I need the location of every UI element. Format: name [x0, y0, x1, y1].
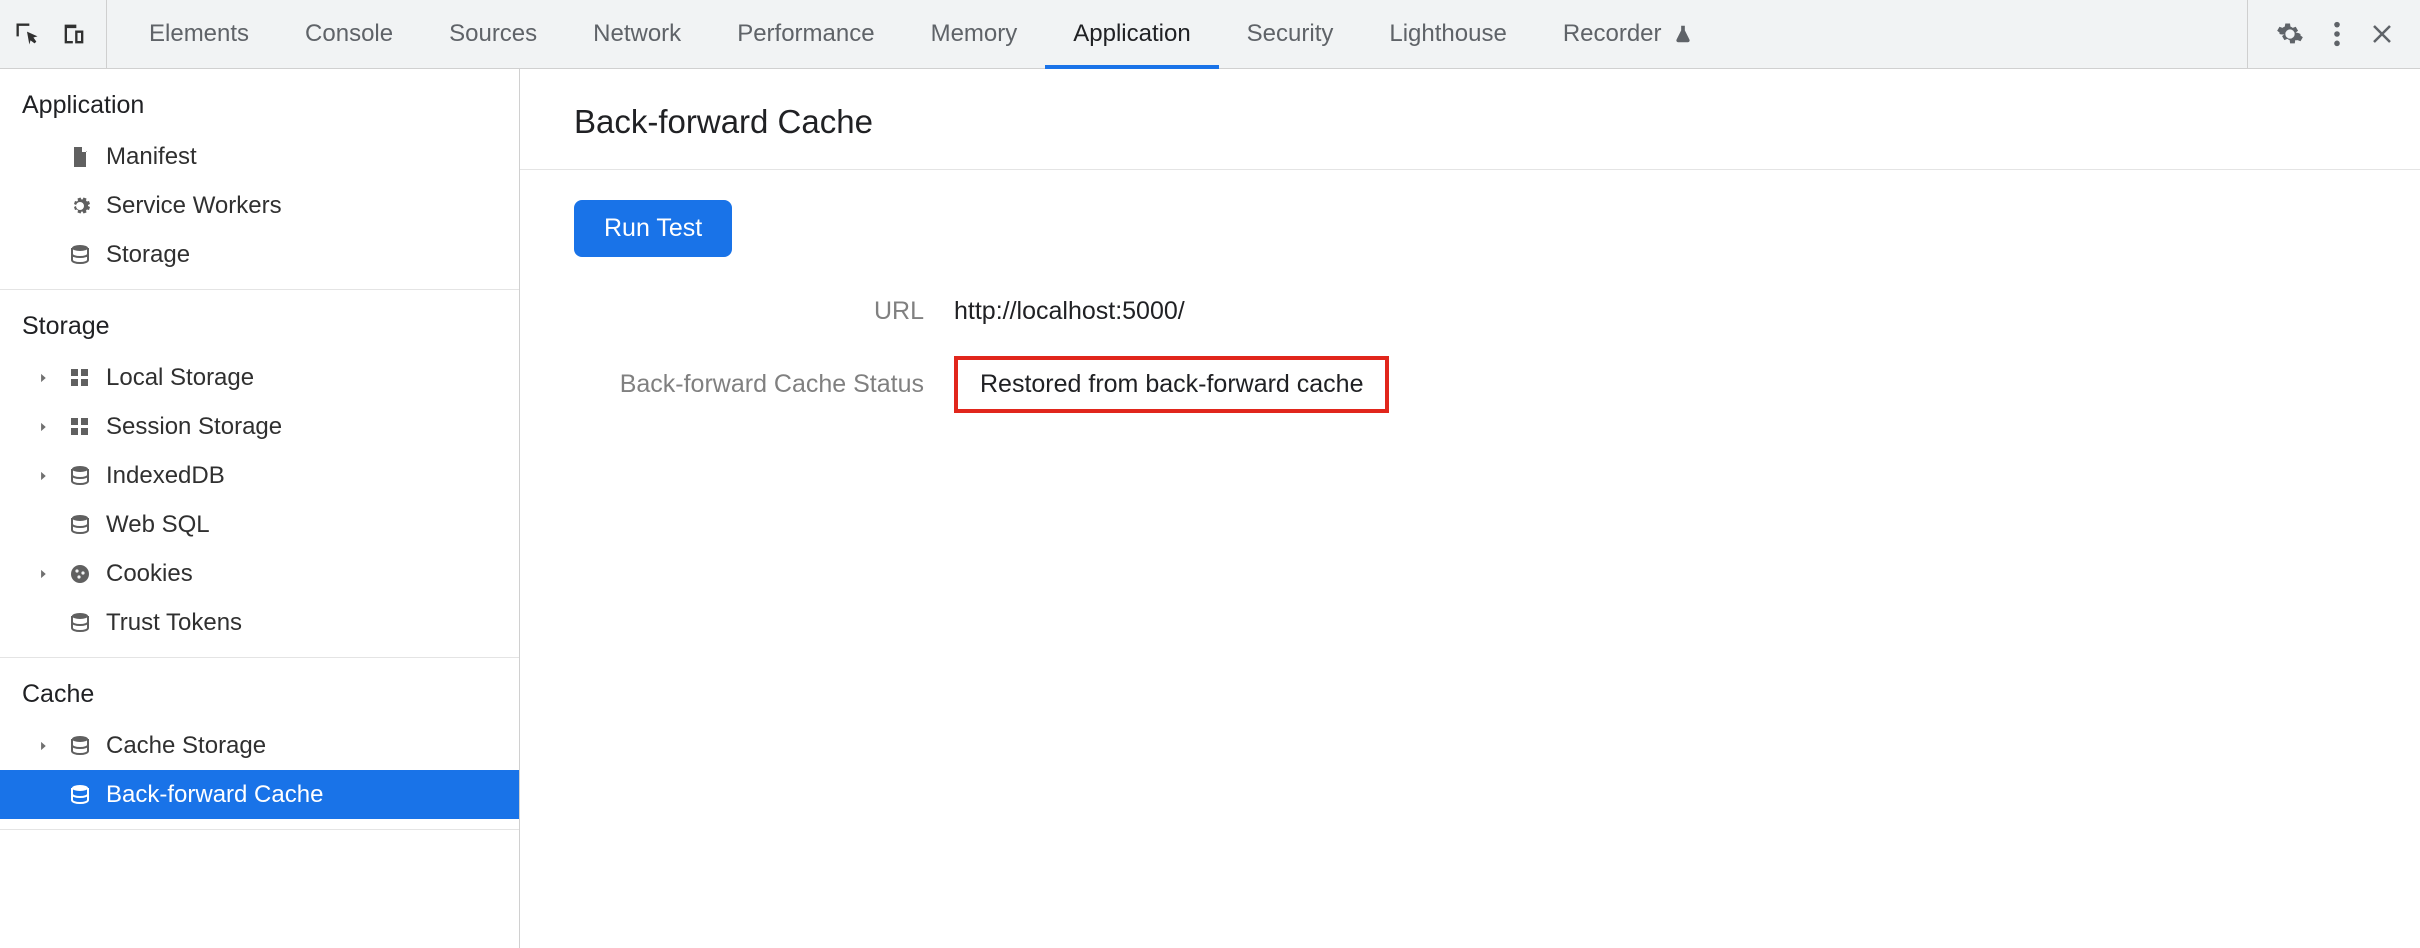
tab-application[interactable]: Application: [1045, 0, 1218, 68]
info-value: http://localhost:5000/: [954, 297, 1185, 326]
info-label: URL: [574, 297, 954, 326]
info-row: Back-forward Cache StatusRestored from b…: [574, 356, 2366, 413]
tab-label: Network: [593, 20, 681, 48]
db-icon: [66, 783, 94, 807]
tab-sources[interactable]: Sources: [421, 0, 565, 68]
sidebar-heading: Cache: [0, 658, 519, 721]
application-sidebar: Application Manifest Service Workers Storag…: [0, 69, 520, 948]
expand-arrow-icon: [34, 420, 54, 434]
tab-label: Security: [1247, 20, 1334, 48]
tab-label: Sources: [449, 20, 537, 48]
sidebar-heading: Application: [0, 69, 519, 132]
sidebar-item-label: Local Storage: [106, 364, 254, 392]
sidebar-heading: Storage: [0, 290, 519, 353]
db-icon: [66, 464, 94, 488]
tab-label: Lighthouse: [1389, 20, 1506, 48]
tab-lighthouse[interactable]: Lighthouse: [1361, 0, 1534, 68]
sidebar-section: Storage Local Storage Session Storage Index…: [0, 290, 519, 658]
settings-icon[interactable]: [2276, 20, 2304, 48]
db-icon: [66, 734, 94, 758]
tab-label: Console: [305, 20, 393, 48]
expand-arrow-icon: [34, 469, 54, 483]
gear-icon: [66, 194, 94, 218]
sidebar-item-trust-tokens[interactable]: Trust Tokens: [0, 598, 519, 647]
tab-label: Elements: [149, 20, 249, 48]
info-value: Restored from back-forward cache: [954, 356, 1389, 413]
main-split: Application Manifest Service Workers Storag…: [0, 69, 2420, 948]
tab-elements[interactable]: Elements: [121, 0, 277, 68]
tab-memory[interactable]: Memory: [903, 0, 1046, 68]
tab-label: Performance: [737, 20, 874, 48]
sidebar-item-label: Cookies: [106, 560, 193, 588]
db-icon: [66, 513, 94, 537]
sidebar-item-indexeddb[interactable]: IndexedDB: [0, 451, 519, 500]
sidebar-item-service-workers[interactable]: Service Workers: [0, 181, 519, 230]
sidebar-item-label: Storage: [106, 241, 190, 269]
sidebar-item-session-storage[interactable]: Session Storage: [0, 402, 519, 451]
file-icon: [66, 145, 94, 169]
close-icon[interactable]: [2370, 22, 2394, 46]
tabbar-left-controls: [12, 0, 107, 68]
info-label: Back-forward Cache Status: [574, 370, 954, 399]
sidebar-item-cookies[interactable]: Cookies: [0, 549, 519, 598]
tab-label: Recorder: [1563, 20, 1662, 48]
db-icon: [66, 611, 94, 635]
sidebar-item-label: Cache Storage: [106, 732, 266, 760]
tab-label: Memory: [931, 20, 1018, 48]
tabbar-right-controls: [2247, 0, 2408, 68]
grid-icon: [66, 415, 94, 439]
sidebar-item-label: Back-forward Cache: [106, 781, 323, 809]
inspect-element-icon[interactable]: [12, 20, 42, 48]
sidebar-item-label: Service Workers: [106, 192, 282, 220]
sidebar-item-manifest[interactable]: Manifest: [0, 132, 519, 181]
tab-performance[interactable]: Performance: [709, 0, 902, 68]
cookie-icon: [66, 562, 94, 586]
expand-arrow-icon: [34, 739, 54, 753]
sidebar-item-cache-storage[interactable]: Cache Storage: [0, 721, 519, 770]
sidebar-item-label: Trust Tokens: [106, 609, 242, 637]
tab-recorder[interactable]: Recorder: [1535, 0, 1722, 68]
sidebar-item-label: Manifest: [106, 143, 197, 171]
sidebar-item-label: IndexedDB: [106, 462, 225, 490]
flask-icon: [1672, 23, 1694, 45]
grid-icon: [66, 366, 94, 390]
sidebar-section: Cache Cache Storage Back-forward Cache: [0, 658, 519, 830]
devtools-tabs: Elements Console Sources Network Performance…: [121, 0, 2247, 68]
sidebar-item-label: Web SQL: [106, 511, 210, 539]
sidebar-item-local-storage[interactable]: Local Storage: [0, 353, 519, 402]
content-pane: Back-forward Cache Run Test URLhttp://lo…: [520, 69, 2420, 948]
sidebar-item-web-sql[interactable]: Web SQL: [0, 500, 519, 549]
sidebar-section: Application Manifest Service Workers Storag…: [0, 69, 519, 290]
tab-network[interactable]: Network: [565, 0, 709, 68]
sidebar-item-back-forward-cache[interactable]: Back-forward Cache: [0, 770, 519, 819]
content-body: Run Test URLhttp://localhost:5000/Back-f…: [520, 170, 2420, 473]
tab-security[interactable]: Security: [1219, 0, 1362, 68]
expand-arrow-icon: [34, 371, 54, 385]
info-table: URLhttp://localhost:5000/Back-forward Ca…: [574, 297, 2366, 413]
run-test-button[interactable]: Run Test: [574, 200, 732, 257]
tab-console[interactable]: Console: [277, 0, 421, 68]
tab-label: Application: [1073, 20, 1190, 48]
info-row: URLhttp://localhost:5000/: [574, 297, 2366, 326]
db-icon: [66, 243, 94, 267]
sidebar-item-storage[interactable]: Storage: [0, 230, 519, 279]
toggle-device-icon[interactable]: [60, 20, 88, 48]
devtools-tabbar: Elements Console Sources Network Performance…: [0, 0, 2420, 69]
expand-arrow-icon: [34, 567, 54, 581]
sidebar-item-label: Session Storage: [106, 413, 282, 441]
more-icon[interactable]: [2332, 20, 2342, 48]
content-title: Back-forward Cache: [520, 69, 2420, 170]
